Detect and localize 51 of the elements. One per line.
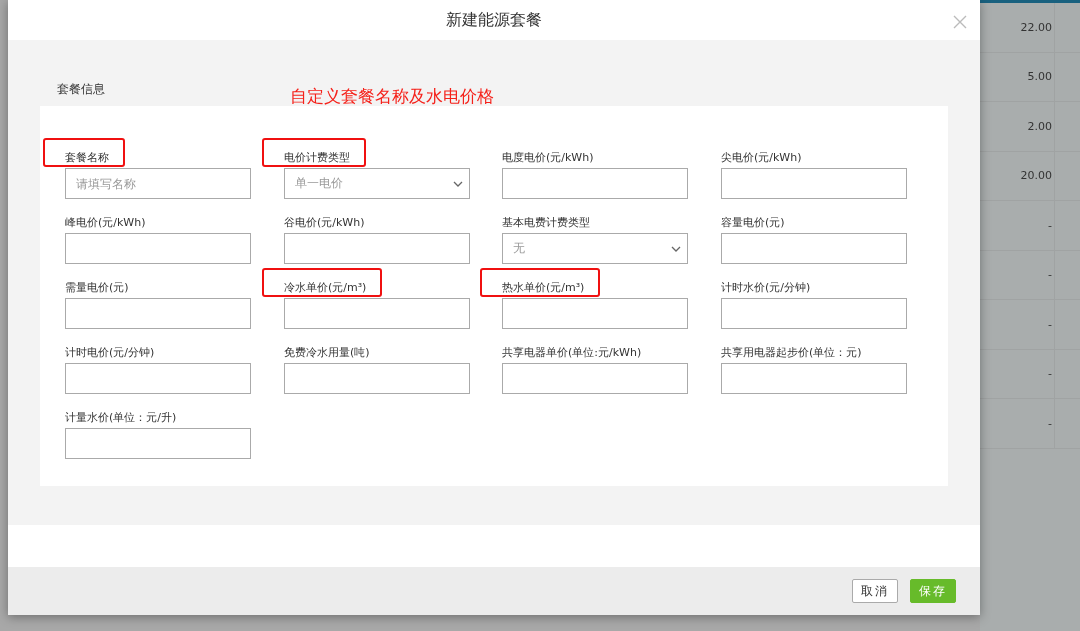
table-cell: 2.00 [980, 102, 1055, 151]
input-field[interactable] [721, 298, 907, 329]
chevron-down-icon [671, 245, 681, 252]
field-label: 共享用电器起步价(单位：元) [721, 346, 862, 359]
field-label: 需量电价(元) [65, 281, 129, 294]
input-field[interactable] [721, 363, 907, 394]
input-field[interactable] [65, 298, 251, 329]
close-icon [953, 15, 967, 29]
select-field[interactable]: 单一电价 [284, 168, 470, 199]
table-cell: 20.00 [980, 151, 1055, 200]
dialog-title: 新建能源套餐 [446, 9, 542, 31]
table-cell: - [980, 300, 1055, 349]
select-field[interactable]: 无 [502, 233, 688, 264]
save-button[interactable]: 保存 [910, 579, 956, 603]
field-label: 计时水价(元/分钟) [721, 281, 811, 294]
highlighted-label: 电价计费类型 [262, 138, 366, 167]
table-cell: - [980, 349, 1055, 398]
field-label: 峰电价(元/kWh) [65, 216, 146, 229]
field-label: 基本电费计费类型 [502, 216, 590, 229]
input-field[interactable] [721, 168, 907, 199]
table-cell: 22.00 [980, 3, 1055, 52]
chevron-down-icon [453, 180, 463, 187]
section-title: 套餐信息 [57, 81, 105, 98]
input-field[interactable] [284, 233, 470, 264]
table-cell: - [980, 250, 1055, 299]
field-label: 谷电价(元/kWh) [284, 216, 365, 229]
input-field[interactable] [284, 363, 470, 394]
field-label: 计时电价(元/分钟) [65, 346, 155, 359]
input-field[interactable] [721, 233, 907, 264]
field-label: 计量水价(单位：元/升) [65, 411, 177, 424]
input-field[interactable] [502, 363, 688, 394]
highlighted-label: 套餐名称 [43, 138, 125, 167]
input-field[interactable] [65, 233, 251, 264]
cancel-button[interactable]: 取消 [852, 579, 898, 603]
field-label: 电度电价(元/kWh) [502, 151, 594, 164]
highlighted-label: 冷水单价(元/m³) [262, 268, 383, 297]
input-field[interactable] [284, 298, 470, 329]
input-field[interactable] [65, 363, 251, 394]
field-label: 尖电价(元/kWh) [721, 151, 802, 164]
field-label: 免费冷水用量(吨) [284, 346, 370, 359]
input-field[interactable]: 请填写名称 [65, 168, 251, 199]
input-field[interactable] [65, 428, 251, 459]
table-cell: - [980, 201, 1055, 250]
table-cell: - [980, 399, 1055, 448]
annotation-text: 自定义套餐名称及水电价格 [290, 85, 494, 108]
field-label: 容量电价(元) [721, 216, 785, 229]
table-cell: 5.00 [980, 52, 1055, 101]
field-label: 共享电器单价(单位:元/kWh) [502, 346, 642, 359]
input-field[interactable] [502, 298, 688, 329]
highlighted-label: 热水单价(元/m³) [480, 268, 601, 297]
input-field[interactable] [502, 168, 688, 199]
